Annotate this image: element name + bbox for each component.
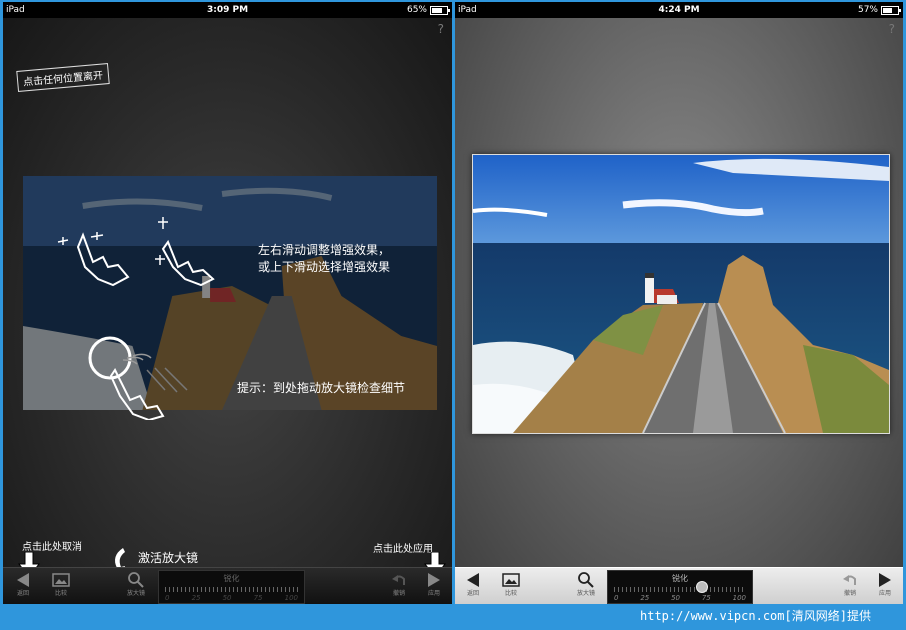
back-button[interactable]: 返回 bbox=[5, 570, 41, 598]
back-arrow-icon bbox=[467, 573, 479, 587]
tick-label: 25 bbox=[191, 594, 201, 602]
loupe-label: 放大镜 bbox=[576, 590, 595, 597]
photo-canvas[interactable] bbox=[472, 154, 890, 434]
apply-label: 应用 bbox=[427, 590, 440, 597]
sharpen-slider[interactable]: 锐化 0 25 50 75 100 bbox=[607, 570, 753, 604]
back-arrow-icon bbox=[17, 573, 29, 587]
tick-label: 50 bbox=[222, 594, 232, 602]
tick-label: 25 bbox=[640, 594, 650, 602]
sharpen-slider[interactable]: 锐化 0 25 50 75 100 bbox=[158, 570, 305, 604]
undo-button[interactable]: 撤销 bbox=[381, 570, 417, 598]
magnifier-icon bbox=[128, 572, 144, 588]
tick-label: 100 bbox=[732, 594, 746, 602]
loupe-button[interactable]: 放大镜 bbox=[568, 570, 604, 598]
slider-title: 锐化 bbox=[672, 574, 688, 583]
slider-ticks bbox=[165, 587, 298, 592]
screenshot-frame: iPad 3:09 PM 65% ? 点击任何位置离开 左右滑动调整增强效果， … bbox=[0, 0, 906, 630]
hand-icon bbox=[88, 336, 188, 420]
slider-knob[interactable] bbox=[696, 581, 709, 593]
status-bar: iPad 4:24 PM 57% bbox=[455, 2, 903, 18]
tick-label: 75 bbox=[701, 594, 711, 602]
swipe-hint-line2: 或上下滑动选择增强效果 bbox=[258, 260, 391, 274]
battery-status: 57% bbox=[857, 2, 901, 18]
loupe-activate-hint: 激活放大镜 bbox=[138, 551, 199, 565]
hand-icon bbox=[155, 217, 215, 287]
undo-button[interactable]: 撤销 bbox=[832, 570, 868, 598]
compare-label: 比较 bbox=[54, 590, 67, 597]
watermark-text: http://www.vipcn.com[清风网络]提供 bbox=[640, 609, 871, 623]
apply-button[interactable]: 应用 bbox=[416, 570, 452, 598]
help-icon[interactable]: ? bbox=[889, 22, 895, 36]
apply-label: 应用 bbox=[878, 590, 891, 597]
battery-status: 65% bbox=[406, 2, 450, 18]
help-icon[interactable]: ? bbox=[438, 22, 444, 36]
loupe-label: 放大镜 bbox=[126, 590, 145, 597]
loupe-button[interactable]: 放大镜 bbox=[118, 570, 154, 598]
status-bar: iPad 3:09 PM 65% bbox=[3, 2, 452, 18]
forward-arrow-icon bbox=[879, 573, 891, 587]
tick-label: 0 bbox=[614, 594, 619, 602]
battery-percent: 65% bbox=[406, 5, 427, 15]
tick-label: 50 bbox=[671, 594, 680, 602]
tick-label: 100 bbox=[284, 594, 298, 602]
battery-icon bbox=[430, 5, 450, 15]
back-button[interactable]: 返回 bbox=[455, 570, 491, 598]
undo-label: 撤销 bbox=[843, 590, 856, 597]
swipe-hint-line1: 左右滑动调整增强效果， bbox=[258, 243, 391, 257]
tick-label: 0 bbox=[165, 594, 170, 602]
compare-button[interactable]: 比较 bbox=[493, 570, 529, 598]
slider-title: 锐化 bbox=[223, 574, 240, 583]
hand-icon bbox=[57, 232, 130, 287]
undo-icon bbox=[392, 575, 405, 585]
bottom-toolbar: 返回 比较 放大镜 锐化 0 25 50 75 100 撤销 应用 bbox=[455, 567, 903, 604]
lighthouse-photo bbox=[473, 155, 889, 433]
back-label: 返回 bbox=[466, 590, 479, 597]
image-icon bbox=[52, 573, 70, 587]
battery-icon bbox=[881, 5, 901, 15]
loupe-drag-hint: 提示：到处拖动放大镜检查细节 bbox=[237, 381, 406, 395]
tick-label: 75 bbox=[253, 594, 263, 602]
compare-label: 比较 bbox=[504, 590, 517, 597]
compare-button[interactable]: 比较 bbox=[43, 570, 79, 598]
right-screen: iPad 4:24 PM 57% ? 返回 比较 放大镜 锐化 0 25 50 … bbox=[455, 2, 903, 604]
apply-button[interactable]: 应用 bbox=[867, 570, 903, 598]
back-label: 返回 bbox=[16, 590, 29, 597]
tap-to-leave-label[interactable]: 点击任何位置离开 bbox=[16, 63, 110, 92]
slider-tick-labels: 0 25 50 75 100 bbox=[614, 594, 746, 602]
bottom-toolbar: 返回 比较 放大镜 锐化 0 25 50 75 100 撤销 应用 bbox=[3, 567, 452, 604]
forward-arrow-icon bbox=[428, 573, 440, 587]
undo-label: 撤销 bbox=[392, 590, 405, 597]
battery-percent: 57% bbox=[857, 5, 878, 15]
status-time: 4:24 PM bbox=[658, 5, 700, 15]
swipe-hint: 左右滑动调整增强效果， 或上下滑动选择增强效果 bbox=[258, 242, 390, 276]
slider-ticks bbox=[614, 587, 746, 592]
undo-icon bbox=[843, 575, 856, 585]
slider-tick-labels: 0 25 50 75 100 bbox=[165, 594, 298, 602]
magnifier-icon bbox=[578, 572, 594, 588]
image-icon bbox=[502, 573, 520, 587]
status-time: 3:09 PM bbox=[206, 5, 249, 15]
left-screen: iPad 3:09 PM 65% ? 点击任何位置离开 左右滑动调整增强效果， … bbox=[3, 2, 452, 604]
cancel-hint: 点击此处取消 bbox=[22, 542, 82, 553]
